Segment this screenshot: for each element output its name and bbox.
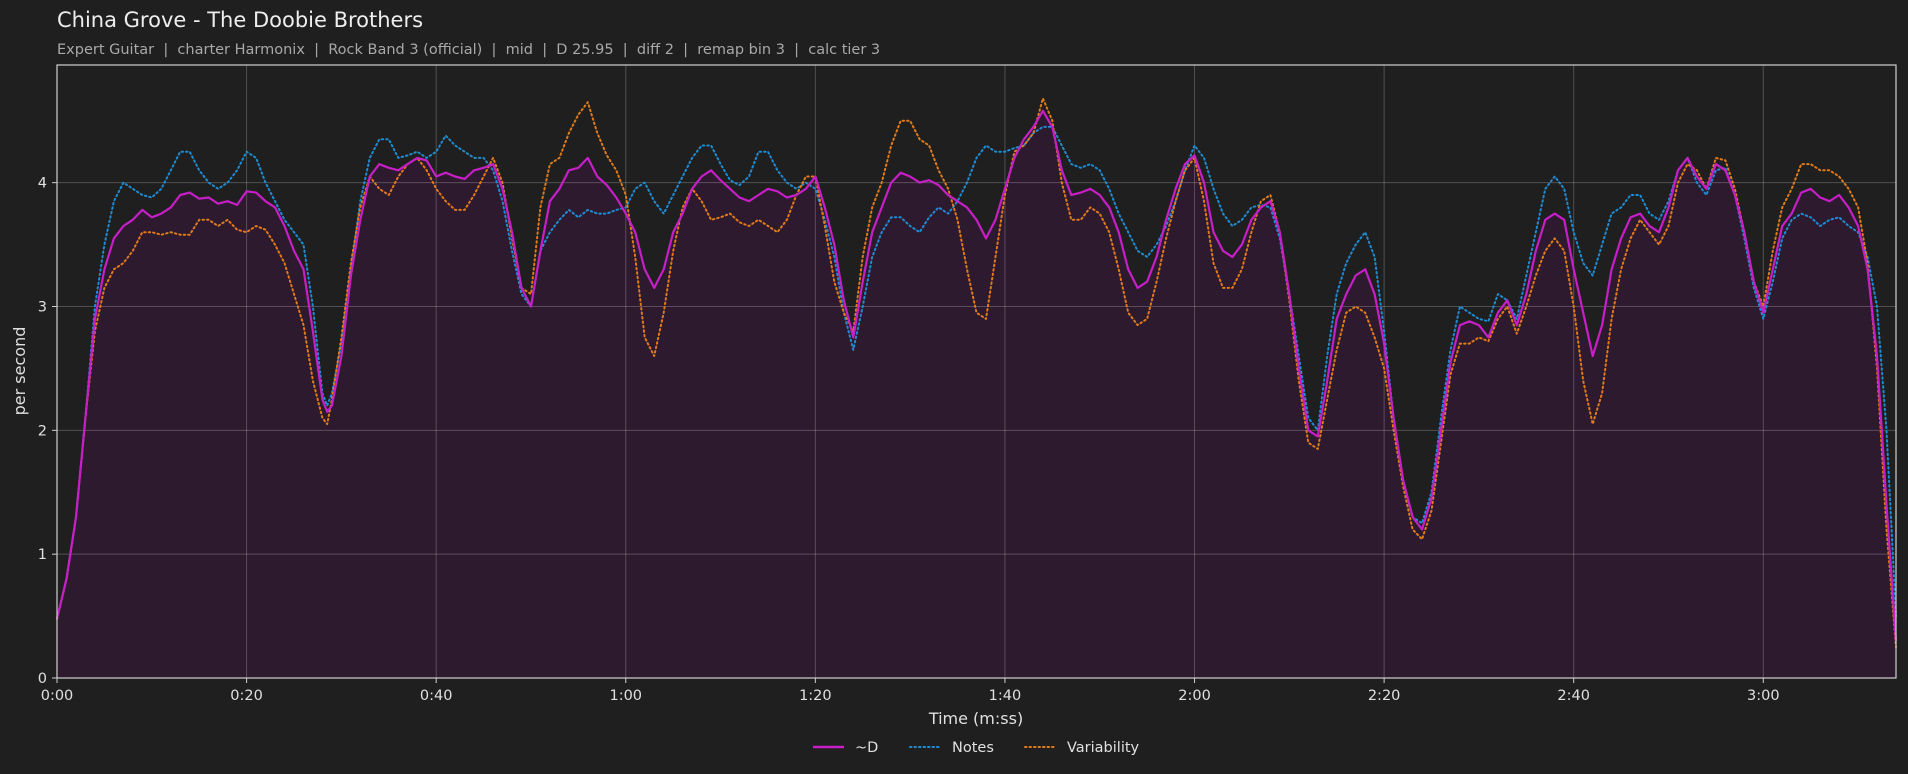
y-tick-label: 4 bbox=[38, 176, 47, 192]
y-tick-label: 2 bbox=[38, 423, 47, 439]
legend-label: Notes bbox=[952, 740, 994, 756]
legend-label: ~D bbox=[855, 740, 878, 756]
x-tick-label: 0:20 bbox=[230, 688, 263, 704]
y-tick-label: 1 bbox=[38, 547, 47, 563]
y-tick-label: 0 bbox=[38, 671, 47, 687]
chart-title: China Grove - The Doobie Brothers bbox=[57, 8, 423, 32]
x-tick-label: 0:00 bbox=[41, 688, 74, 704]
x-tick-label: 2:20 bbox=[1368, 688, 1401, 704]
x-tick-label: 2:00 bbox=[1178, 688, 1211, 704]
chart-subtitle: Expert Guitar | charter Harmonix | Rock … bbox=[57, 42, 880, 58]
x-tick-label: 1:20 bbox=[799, 688, 832, 704]
x-tick-label: 1:00 bbox=[609, 688, 642, 704]
x-tick-label: 1:40 bbox=[989, 688, 1022, 704]
x-tick-label: 3:00 bbox=[1747, 688, 1780, 704]
x-tick-label: 0:40 bbox=[420, 688, 453, 704]
legend-label: Variability bbox=[1067, 740, 1140, 756]
legend: ~D Notes Variability bbox=[813, 740, 1140, 756]
y-tick-label: 3 bbox=[38, 299, 47, 315]
x-axis-label: Time (m:ss) bbox=[928, 709, 1023, 728]
x-tick-label: 2:40 bbox=[1557, 688, 1590, 704]
y-axis-label: per second bbox=[10, 327, 29, 416]
chart: China Grove - The Doobie Brothers Expert… bbox=[10, 8, 1898, 756]
